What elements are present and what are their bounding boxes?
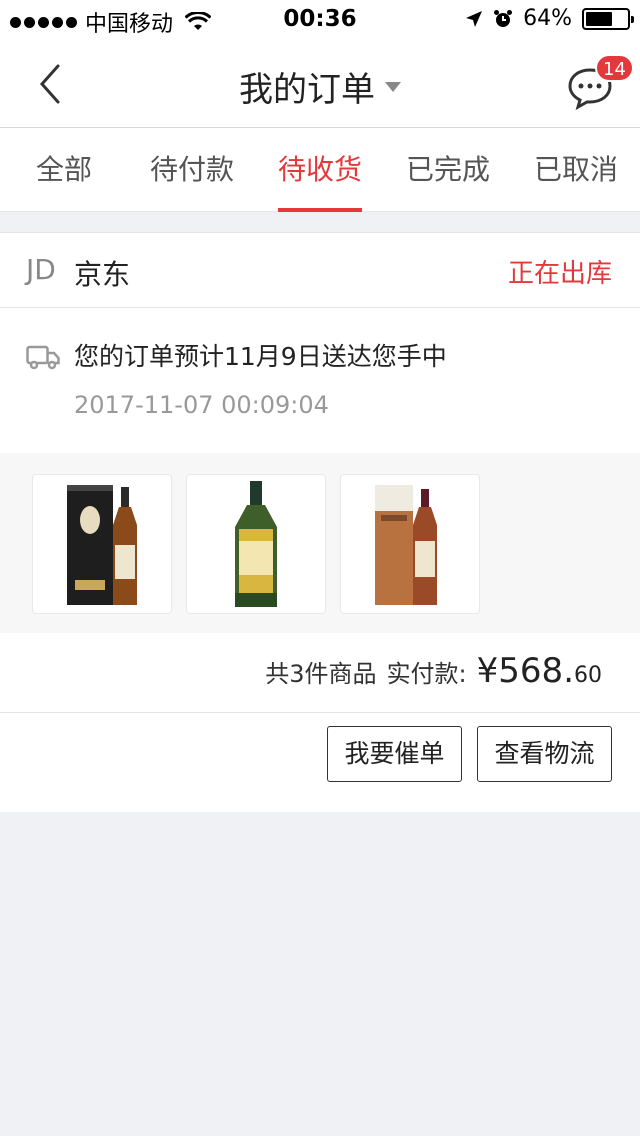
battery-icon [582, 7, 634, 30]
price-currency: ¥ [476, 651, 499, 691]
location-arrow-icon [466, 10, 483, 27]
order-timestamp: 2017-11-07 00:09:04 [74, 391, 329, 419]
page-title: 我的订单 [239, 70, 375, 110]
whisky-gift-box-brown-image [375, 485, 437, 605]
nav-bar: 我的订单 14 [0, 40, 640, 128]
shop-name: 京东 [74, 258, 131, 291]
paid-label: 实付款: [386, 660, 467, 688]
price-decimal: 60 [574, 663, 602, 688]
whisky-gift-box-black-image [67, 485, 137, 605]
product-thumbnail[interactable] [340, 474, 480, 614]
order-card[interactable]: JD 京东 正在出库 您的订单预计11月9日送达您手中 2017-11-07 0… [0, 232, 640, 812]
summary-text: 共3件商品 实付款: ¥568.60 [265, 651, 602, 691]
tab-pending-receipt[interactable]: 待收货 [278, 128, 362, 212]
status-right: 64% [465, 6, 634, 31]
truck-icon [26, 345, 60, 370]
product-thumbnail[interactable] [32, 474, 172, 614]
message-count-badge: 14 [595, 54, 634, 82]
status-bar: 中国移动 00:36 64% [0, 0, 640, 40]
total-price: ¥568.60 [477, 651, 602, 691]
item-count: 共3件商品 [265, 660, 377, 688]
jd-logo: JD [26, 253, 56, 286]
page-title-wrap[interactable]: 我的订单 [0, 62, 640, 111]
tab-pending-payment[interactable]: 待付款 [150, 128, 234, 212]
delivery-estimate: 您的订单预计11月9日送达您手中 [74, 342, 447, 371]
dropdown-caret-icon [385, 81, 401, 92]
price-integer: 568. [498, 651, 574, 691]
urge-order-button[interactable]: 我要催单 [327, 726, 462, 782]
tab-all[interactable]: 全部 [22, 128, 106, 212]
product-thumbnail[interactable] [186, 474, 326, 614]
alarm-icon [494, 9, 513, 27]
order-summary: 共3件商品 实付款: ¥568.60 [0, 633, 640, 713]
shop-row[interactable]: JD 京东 正在出库 [0, 233, 640, 308]
whisky-bottle-green-image [235, 481, 277, 607]
tab-cancelled[interactable]: 已取消 [534, 128, 618, 212]
order-status-tabs: 全部 待付款 待收货 已完成 已取消 [0, 128, 640, 212]
order-actions: 我要催单 查看物流 [0, 713, 640, 813]
battery-fill [586, 11, 612, 26]
tab-completed[interactable]: 已完成 [406, 128, 490, 212]
delivery-info[interactable]: 您的订单预计11月9日送达您手中 2017-11-07 00:09:04 [0, 309, 640, 453]
product-thumbnails[interactable] [0, 453, 640, 633]
view-logistics-button[interactable]: 查看物流 [477, 726, 612, 782]
battery-percent: 64% [523, 6, 572, 31]
order-status: 正在出库 [507, 259, 612, 289]
